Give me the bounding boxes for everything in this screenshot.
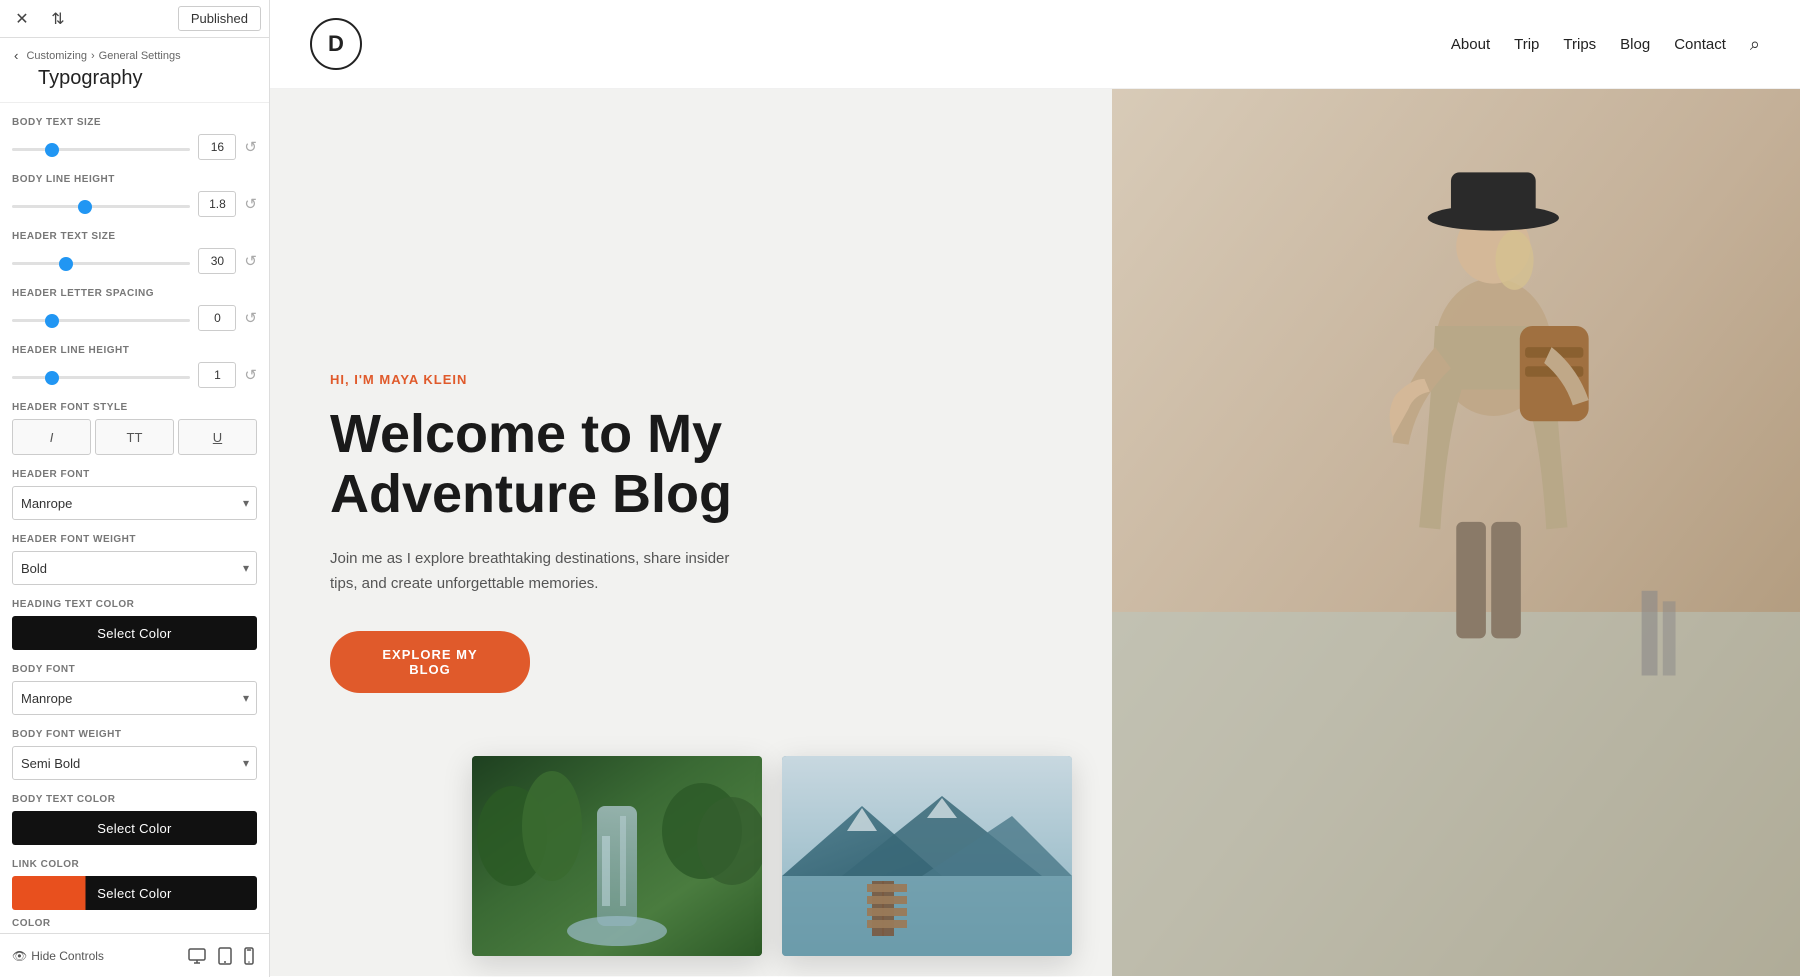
header-line-height-value: 1 <box>198 362 236 388</box>
nav-link-trips[interactable]: Trips <box>1563 36 1596 53</box>
body-text-size-label: BODY TEXT SIZE <box>12 117 257 128</box>
site-nav: D About Trip Trips Blog Contact ⌕ <box>270 0 1800 89</box>
body-text-color-label: BODY TEXT COLOR <box>12 794 257 805</box>
back-button[interactable]: ‹ <box>14 48 18 63</box>
header-font-style-row: I TT U <box>12 419 257 455</box>
header-font-select-wrapper: ManropeRobotoOpen SansLato ▾ <box>12 486 257 520</box>
body-font-select[interactable]: ManropeRobotoOpen SansLato <box>12 681 257 715</box>
header-letter-spacing-value: 0 <box>198 305 236 331</box>
small-caps-btn[interactable]: TT <box>95 419 174 455</box>
body-font-weight-label: BODY FONT WEIGHT <box>12 729 257 740</box>
link-color-btn[interactable]: Select Color <box>12 876 257 910</box>
site-logo: D <box>310 18 362 70</box>
nav-link-contact[interactable]: Contact <box>1674 36 1726 53</box>
eye-icon: 👁 <box>12 949 27 963</box>
hero-title: Welcome to My Adventure Blog <box>330 405 830 524</box>
header-text-size-slider-container <box>12 252 190 270</box>
card-image-2 <box>782 756 1072 956</box>
header-font-select[interactable]: ManropeRobotoOpen SansLato <box>12 486 257 520</box>
nav-link-trip[interactable]: Trip <box>1514 36 1539 53</box>
header-font-weight-select[interactable]: ThinLightRegularSemi BoldBoldExtra Bold <box>12 551 257 585</box>
site-preview: D About Trip Trips Blog Contact ⌕ HI, I'… <box>270 0 1800 977</box>
header-line-height-row: 1 ↺ <box>12 362 257 388</box>
header-letter-spacing-label: HEADER LETTER SPACING <box>12 288 257 299</box>
breadcrumb: ‹ Customizing › General Settings <box>14 48 255 63</box>
link-color-label: LINK COLOR <box>12 859 257 870</box>
header-font-label: HEADER FONT <box>12 469 257 480</box>
header-font-style-label: HEADER FONT STYLE <box>12 402 257 413</box>
search-icon[interactable]: ⌕ <box>1750 34 1760 55</box>
body-line-height-slider[interactable] <box>12 205 190 208</box>
nav-link-about[interactable]: About <box>1451 36 1490 53</box>
header-line-height-slider-container <box>12 366 190 384</box>
body-font-label: BODY FONT <box>12 664 257 675</box>
swap-button[interactable]: ⇅ <box>44 5 72 33</box>
body-line-height-slider-container <box>12 195 190 213</box>
body-line-height-reset[interactable]: ↺ <box>244 195 257 213</box>
body-text-color-btn[interactable]: Select Color <box>12 811 257 845</box>
header-letter-spacing-row: 0 ↺ <box>12 305 257 331</box>
desktop-device-button[interactable] <box>184 943 210 969</box>
italic-btn[interactable]: I <box>12 419 91 455</box>
body-font-weight-select-wrapper: ThinLightRegularSemi BoldBold ▾ <box>12 746 257 780</box>
panel-scroll: BODY TEXT SIZE 16 ↺ BODY LINE HEIGHT 1.8… <box>0 103 269 977</box>
breadcrumb-sep1: › <box>91 50 95 62</box>
header-letter-spacing-reset[interactable]: ↺ <box>244 309 257 327</box>
heading-text-color-label: HEADING TEXT COLOR <box>12 599 257 610</box>
header-line-height-slider[interactable] <box>12 376 190 379</box>
nav-link-blog[interactable]: Blog <box>1620 36 1650 53</box>
card-image-1 <box>472 756 762 956</box>
breadcrumb-area: ‹ Customizing › General Settings Typogra… <box>0 38 269 103</box>
header-font-weight-label: HEADER FONT WEIGHT <box>12 534 257 545</box>
body-text-size-row: 16 ↺ <box>12 134 257 160</box>
hide-controls-label: Hide Controls <box>31 949 104 963</box>
top-bar: ✕ ⇅ Published <box>0 0 269 38</box>
underline-btn[interactable]: U <box>178 419 257 455</box>
bottom-cards <box>472 756 1072 956</box>
close-button[interactable]: ✕ <box>8 5 36 33</box>
heading-text-color-btn[interactable]: Select Color <box>12 616 257 650</box>
body-text-size-slider-container <box>12 138 190 156</box>
body-text-size-value: 16 <box>198 134 236 160</box>
mobile-device-button[interactable] <box>240 943 258 969</box>
header-letter-spacing-slider-container <box>12 309 190 327</box>
header-letter-spacing-slider[interactable] <box>12 319 190 322</box>
right-panel: D About Trip Trips Blog Contact ⌕ HI, I'… <box>270 0 1800 977</box>
body-line-height-value: 1.8 <box>198 191 236 217</box>
header-text-size-reset[interactable]: ↺ <box>244 252 257 270</box>
tablet-device-button[interactable] <box>214 943 236 969</box>
header-line-height-label: HEADER LINE HEIGHT <box>12 345 257 356</box>
breadcrumb-parent2: General Settings <box>99 50 181 62</box>
published-button[interactable]: Published <box>178 6 261 31</box>
hide-controls-button[interactable]: 👁 Hide Controls <box>12 949 104 963</box>
left-panel: ✕ ⇅ Published ‹ Customizing › General Se… <box>0 0 270 977</box>
header-text-size-label: HEADER TEXT SIZE <box>12 231 257 242</box>
bottom-bar: 👁 Hide Controls <box>0 933 270 977</box>
device-buttons <box>184 943 258 969</box>
header-line-height-reset[interactable]: ↺ <box>244 366 257 384</box>
body-line-height-row: 1.8 ↺ <box>12 191 257 217</box>
body-font-select-wrapper: ManropeRobotoOpen SansLato ▾ <box>12 681 257 715</box>
body-text-size-reset[interactable]: ↺ <box>244 138 257 156</box>
hero-section: HI, I'M MAYA KLEIN Welcome to My Adventu… <box>270 89 1800 976</box>
hero-right <box>1112 89 1800 976</box>
breadcrumb-parent1: Customizing <box>26 50 87 62</box>
body-line-height-label: BODY LINE HEIGHT <box>12 174 257 185</box>
body-text-size-slider[interactable] <box>12 148 190 151</box>
hero-subtitle: Join me as I explore breathtaking destin… <box>330 546 730 597</box>
color-section-label: COLOR <box>12 918 257 929</box>
site-nav-links: About Trip Trips Blog Contact ⌕ <box>1451 34 1760 55</box>
header-text-size-value: 30 <box>198 248 236 274</box>
header-text-size-slider[interactable] <box>12 262 190 265</box>
header-text-size-row: 30 ↺ <box>12 248 257 274</box>
body-font-weight-select[interactable]: ThinLightRegularSemi BoldBold <box>12 746 257 780</box>
hero-cta-button[interactable]: EXPLORE MY BLOG <box>330 631 530 693</box>
hero-tagline: HI, I'M MAYA KLEIN <box>330 372 1052 387</box>
hero-left: HI, I'M MAYA KLEIN Welcome to My Adventu… <box>270 89 1112 976</box>
header-font-weight-select-wrapper: ThinLightRegularSemi BoldBoldExtra Bold … <box>12 551 257 585</box>
section-title: Typography <box>14 67 255 90</box>
